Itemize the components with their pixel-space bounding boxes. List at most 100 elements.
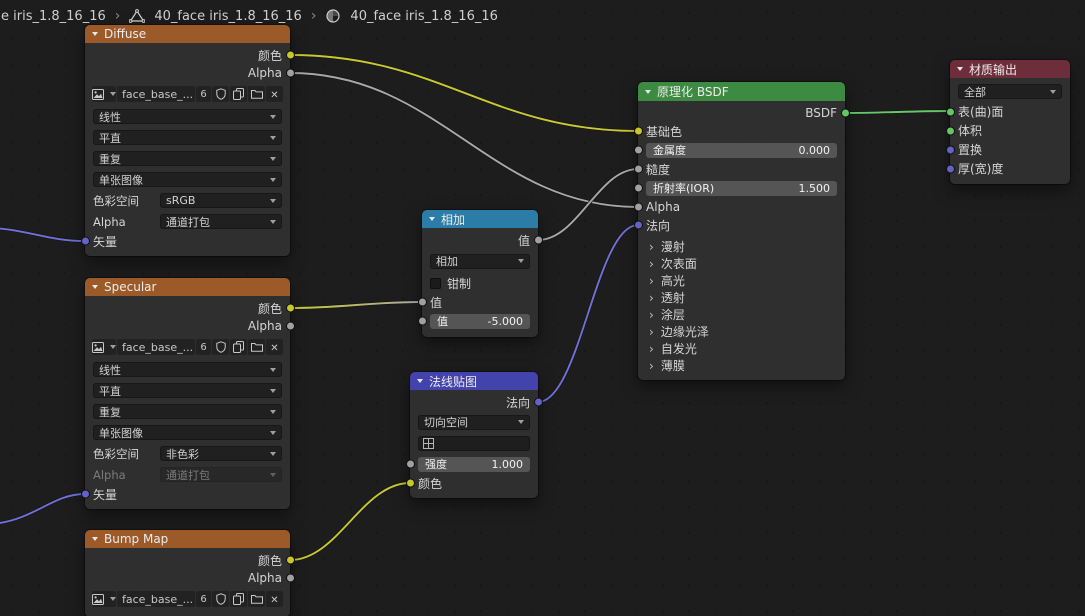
socket-value-output[interactable] (533, 235, 543, 245)
socket-strength-input[interactable] (405, 459, 415, 469)
image-users-count[interactable]: 6 (196, 591, 211, 607)
node-header[interactable]: 相加 (422, 210, 538, 228)
node-principled-bsdf[interactable]: 原理化 BSDF BSDF 基础色 金属度 0.000 糙度 折射率(IOR) … (633, 82, 850, 380)
interpolation-select[interactable]: 线性 (93, 362, 282, 377)
panel-specular[interactable]: 高光 (638, 272, 845, 289)
image-name-field[interactable]: face_base_... (117, 86, 195, 102)
alpha-mode-select[interactable]: 通道打包 (160, 467, 282, 482)
panel-emission[interactable]: 自发光 (638, 340, 845, 357)
uv-map-field[interactable] (418, 436, 530, 451)
socket-basecolor-input[interactable] (633, 126, 643, 136)
socket-metallic-input[interactable] (633, 145, 643, 155)
collapse-chevron-icon[interactable] (92, 32, 98, 36)
clamp-checkbox[interactable] (430, 277, 441, 289)
extension-select[interactable]: 重复 (93, 404, 282, 419)
socket-alpha-output[interactable] (285, 68, 295, 78)
image-name-field[interactable]: face_base_... (117, 339, 195, 355)
breadcrumb-item[interactable]: e iris_1.8_16_16 (1, 9, 106, 24)
panel-coat[interactable]: 涂层 (638, 306, 845, 323)
socket-surface-input[interactable] (945, 107, 955, 116)
projection-select[interactable]: 平直 (93, 383, 282, 398)
node-header[interactable]: 材质输出 (950, 60, 1070, 78)
socket-normal-output[interactable] (533, 397, 543, 407)
socket-alpha-input[interactable] (633, 202, 643, 212)
image-name-field[interactable]: face_base_... (117, 591, 195, 607)
collapse-chevron-icon[interactable] (92, 285, 98, 289)
socket-color-output[interactable] (285, 303, 295, 313)
socket-displacement-input[interactable] (945, 145, 955, 154)
socket-value-input[interactable] (417, 316, 427, 326)
node-header[interactable]: Specular (85, 278, 290, 296)
collapse-chevron-icon[interactable] (645, 89, 651, 94)
unlink-button[interactable] (266, 86, 283, 102)
panel-subsurface[interactable]: 次表面 (638, 255, 845, 272)
fake-user-button[interactable] (212, 339, 229, 355)
open-image-button[interactable] (248, 591, 265, 607)
socket-color-output[interactable] (285, 50, 295, 60)
socket-color-input[interactable] (405, 478, 415, 488)
socket-volume-input[interactable] (945, 126, 955, 135)
interpolation-select[interactable]: 线性 (93, 109, 282, 124)
ior-slider[interactable]: 折射率(IOR) 1.500 (646, 180, 837, 196)
node-header[interactable]: Bump Map (85, 530, 290, 548)
projection-select[interactable]: 平直 (93, 130, 282, 145)
panel-sheen[interactable]: 边缘光泽 (638, 323, 845, 340)
node-normal-map[interactable]: 法线贴图 法向 切向空间 强度 1.000 颜色 (405, 372, 543, 498)
duplicate-data-button[interactable] (230, 339, 247, 355)
source-select[interactable]: 单张图像 (93, 172, 282, 187)
duplicate-data-button[interactable] (230, 591, 247, 607)
node-bump-map[interactable]: Bump Map 颜色 Alpha face_base_... 6 (85, 530, 295, 616)
node-material-output[interactable]: 材质输出 全部 表(曲)面 体积 置换 厚(宽)度 (945, 60, 1070, 184)
duplicate-data-button[interactable] (230, 86, 247, 102)
socket-vector-input[interactable] (80, 236, 90, 246)
image-users-count[interactable]: 6 (196, 86, 211, 102)
socket-color-output[interactable] (285, 555, 295, 565)
space-select[interactable]: 切向空间 (418, 414, 530, 430)
node-header[interactable]: 原理化 BSDF (638, 82, 845, 101)
chevron-down-icon (270, 135, 276, 140)
open-image-button[interactable] (248, 86, 265, 102)
source-select[interactable]: 单张图像 (93, 425, 282, 440)
fake-user-button[interactable] (212, 86, 229, 102)
image-browse-button[interactable] (92, 591, 116, 607)
collapse-chevron-icon[interactable] (957, 67, 963, 71)
socket-roughness-input[interactable] (633, 164, 643, 174)
socket-normal-input[interactable] (633, 220, 643, 230)
node-math-add[interactable]: 相加 值 相加 钳制 值 值 -5.000 (417, 210, 543, 337)
strength-slider[interactable]: 强度 1.000 (418, 456, 530, 472)
socket-value-input[interactable] (417, 297, 427, 307)
panel-transmission[interactable]: 透射 (638, 289, 845, 306)
breadcrumb-item[interactable]: 40_face iris_1.8_16_16 (154, 9, 301, 24)
image-browse-button[interactable] (92, 86, 116, 102)
socket-alpha-output[interactable] (285, 321, 295, 331)
colorspace-select[interactable]: 非色彩 (160, 446, 282, 461)
close-icon (270, 340, 278, 354)
value-slider[interactable]: 值 -5.000 (430, 313, 530, 329)
socket-thickness-input[interactable] (945, 164, 955, 173)
operation-select[interactable]: 相加 (430, 253, 530, 269)
extension-select[interactable]: 重复 (93, 151, 282, 166)
socket-ior-input[interactable] (633, 183, 643, 193)
socket-alpha-output[interactable] (285, 573, 295, 583)
image-browse-button[interactable] (92, 339, 116, 355)
panel-thin-film[interactable]: 薄膜 (638, 357, 845, 374)
colorspace-select[interactable]: sRGB (160, 193, 282, 208)
node-diffuse[interactable]: Diffuse 颜色 Alpha face_base_... 6 线性 平直 (80, 25, 295, 256)
metallic-slider[interactable]: 金属度 0.000 (646, 142, 837, 158)
panel-diffuse[interactable]: 漫射 (638, 238, 845, 255)
fake-user-button[interactable] (212, 591, 229, 607)
open-image-button[interactable] (248, 339, 265, 355)
target-select[interactable]: 全部 (958, 84, 1062, 99)
socket-bsdf-output[interactable] (840, 108, 850, 118)
collapse-chevron-icon[interactable] (92, 537, 98, 541)
unlink-button[interactable] (266, 339, 283, 355)
node-header[interactable]: 法线贴图 (410, 372, 538, 390)
breadcrumb-item[interactable]: 40_face iris_1.8_16_16 (350, 9, 497, 24)
node-specular[interactable]: Specular 颜色 Alpha face_base_... 6 线性 平直 (80, 278, 295, 509)
socket-vector-input[interactable] (80, 489, 90, 499)
collapse-chevron-icon[interactable] (417, 379, 423, 383)
image-users-count[interactable]: 6 (196, 339, 211, 355)
collapse-chevron-icon[interactable] (429, 217, 435, 221)
unlink-button[interactable] (266, 591, 283, 607)
alpha-mode-select[interactable]: 通道打包 (160, 214, 282, 229)
